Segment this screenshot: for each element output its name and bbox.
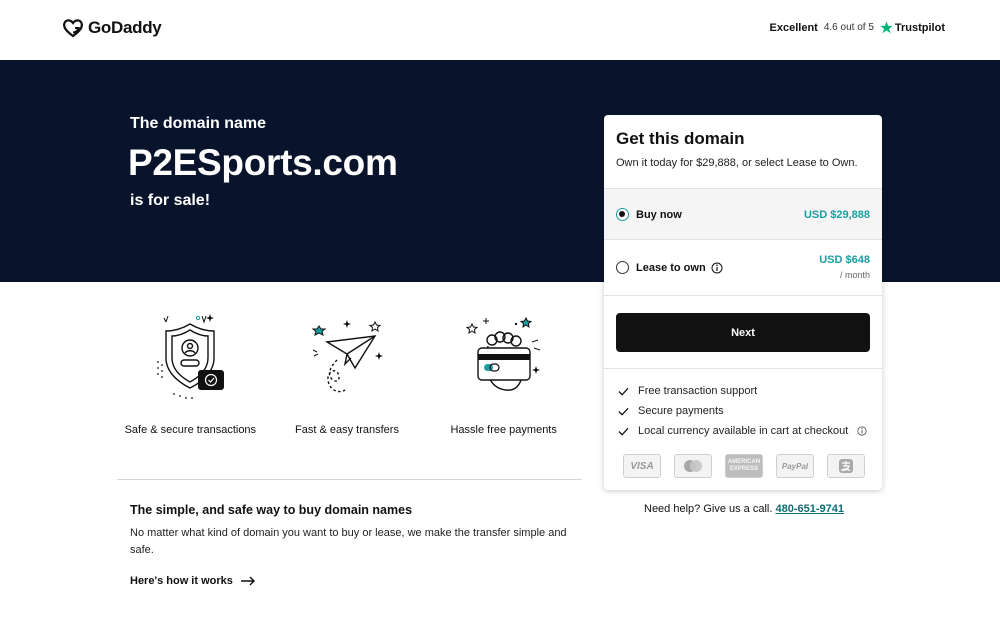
option-buy-now[interactable]: Buy now USD $29,888	[604, 188, 882, 239]
trust-rating-word: Excellent	[769, 21, 818, 34]
mastercard-circles	[684, 460, 702, 472]
buy-now-price: USD $29,888	[803, 209, 870, 221]
check-icon	[618, 387, 629, 396]
hero-pre-text: The domain name	[130, 115, 267, 132]
visa-icon: VISA	[623, 454, 661, 478]
alipay-glyph	[839, 459, 853, 473]
perk-text: Free transaction support	[638, 385, 758, 397]
help-line: Need help? Give us a call. 480-651-9741	[644, 503, 844, 515]
perks-section: Free transaction support Secure payments…	[604, 368, 882, 490]
feature-safe: Safe & secure transactions	[112, 310, 269, 450]
paypal-icon: PayPal	[776, 454, 814, 478]
trustpilot-brand: Trustpilot	[880, 21, 945, 34]
site-header: GoDaddy Excellent 4.6 out of 5 Trustpilo…	[0, 0, 1000, 60]
perk-item: Local currency available in cart at chec…	[618, 425, 867, 437]
godaddy-logo[interactable]: GoDaddy	[62, 18, 162, 38]
lease-period: / month	[839, 270, 870, 280]
feature-label: Safe & secure transactions	[124, 424, 257, 436]
perk-text: Secure payments	[638, 405, 724, 417]
domain-name: P2ESports.com	[128, 142, 398, 183]
info-icon[interactable]	[711, 262, 723, 274]
hero-post-text: is for sale!	[130, 192, 211, 209]
feature-list: Safe & secure transactions Fast & easy t…	[112, 310, 582, 450]
section-divider	[117, 479, 582, 480]
help-phone-link[interactable]: 480-651-9741	[775, 503, 844, 515]
star-icon	[880, 21, 893, 34]
card-title: Get this domain	[616, 129, 745, 148]
info-icon[interactable]	[857, 426, 867, 436]
mastercard-icon	[674, 454, 712, 478]
card-hand-icon	[465, 316, 540, 391]
perk-item: Secure payments	[618, 405, 724, 417]
check-icon	[618, 427, 629, 436]
how-it-works-link[interactable]: Here's how it works	[130, 575, 256, 587]
lease-label-wrap: Lease to own	[636, 262, 723, 274]
perk-text: Local currency available in cart at chec…	[638, 425, 849, 437]
next-button[interactable]: Next	[616, 313, 870, 352]
perk-item: Free transaction support	[618, 385, 757, 397]
check-icon	[618, 407, 629, 416]
lease-label: Lease to own	[636, 262, 706, 274]
help-text: Need help? Give us a call.	[644, 503, 773, 515]
feature-fast: Fast & easy transfers	[269, 310, 426, 450]
arrow-right-icon	[240, 576, 255, 586]
godaddy-heart-icon	[63, 19, 83, 38]
payment-methods: VISA AMERICAN EXPRESS PayPal	[623, 454, 865, 478]
how-it-works-label: Here's how it works	[130, 575, 233, 587]
logo-text: GoDaddy	[88, 18, 162, 37]
feature-label: Fast & easy transfers	[295, 424, 399, 436]
info-body: No matter what kind of domain you want t…	[130, 527, 567, 556]
info-title: The simple, and safe way to buy domain n…	[130, 503, 413, 517]
lease-radio[interactable]	[616, 261, 629, 274]
card-subtitle: Own it today for $29,888, or select Leas…	[616, 157, 858, 169]
next-section: Next	[604, 295, 882, 368]
trust-score: 4.6 out of 5	[823, 22, 874, 33]
feature-hassle-free: Hassle free payments	[425, 310, 582, 450]
buy-now-radio[interactable]	[616, 208, 629, 221]
lease-price: USD $648	[819, 254, 870, 266]
trustpilot-text: Trustpilot	[894, 21, 945, 34]
amex-icon: AMERICAN EXPRESS	[725, 454, 763, 478]
feature-label: Hassle free payments	[450, 424, 557, 436]
option-lease-to-own[interactable]: Lease to own USD $648 / month	[604, 239, 882, 295]
alipay-icon	[827, 454, 865, 478]
buy-now-label: Buy now	[636, 209, 682, 221]
paper-plane-icon	[311, 320, 383, 393]
trustpilot-rating[interactable]: Excellent 4.6 out of 5 Trustpilot	[770, 21, 945, 34]
purchase-card: Get this domain Own it today for $29,888…	[604, 115, 882, 490]
shield-user-icon	[157, 314, 225, 399]
